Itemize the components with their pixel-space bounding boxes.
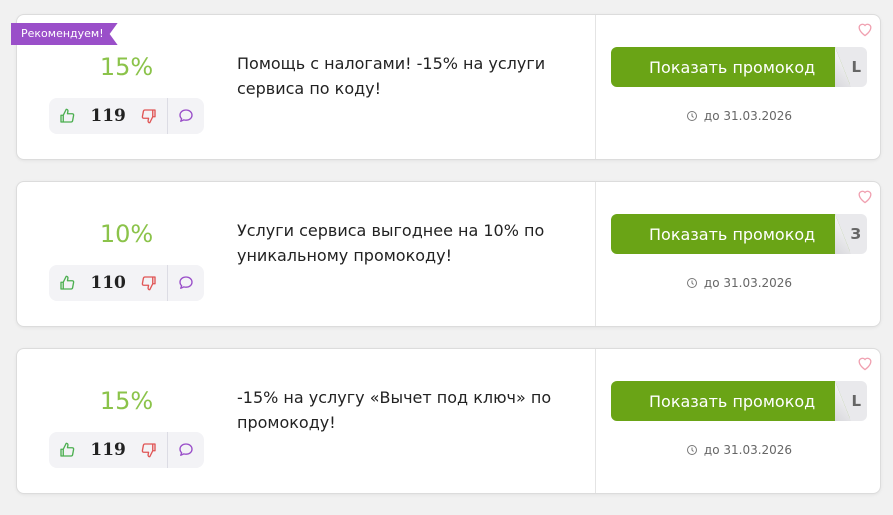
comment-icon[interactable]: [168, 432, 204, 468]
clock-icon: [686, 445, 697, 455]
favorite-heart-icon[interactable]: [856, 21, 874, 37]
offer-description: Помощь с налогами! -15% на услуги сервис…: [237, 54, 546, 98]
offer-card: 10% 110 Услуги сервиса выгоднее на 10% п…: [16, 181, 881, 327]
expiry-date: до 31.03.2026: [703, 276, 793, 290]
offer-description: Услуги сервиса выгоднее на 10% по уникал…: [237, 221, 545, 265]
show-code-button-group[interactable]: З Показать промокод: [611, 214, 867, 254]
expiry-row: до 31.03.2026: [611, 443, 867, 457]
card-divider: [595, 182, 596, 326]
discount-value: 15%: [99, 53, 154, 81]
card-divider: [595, 349, 596, 493]
show-code-button[interactable]: Показать промокод: [611, 214, 851, 254]
offer-card: Рекомендуем! 15% 119 Помощь с налогами! …: [16, 14, 881, 160]
show-code-button[interactable]: Показать промокод: [611, 381, 851, 421]
show-code-button-group[interactable]: L Показать промокод: [611, 381, 867, 421]
offer-description: -15% на услугу «Вычет под ключ» по промо…: [237, 388, 552, 432]
expiry-date: до 31.03.2026: [703, 443, 793, 457]
vote-panel: 119: [49, 98, 204, 134]
offer-card: 15% 119 -15% на услугу «Вычет под ключ» …: [16, 348, 881, 494]
vote-count: 119: [90, 440, 126, 460]
expiry-row: до 31.03.2026: [611, 276, 867, 290]
comment-icon[interactable]: [168, 98, 204, 134]
thumbs-up-icon[interactable]: [49, 98, 85, 134]
clock-icon: [686, 111, 697, 121]
vote-panel: 110: [49, 265, 204, 301]
show-code-button[interactable]: Показать промокод: [611, 47, 851, 87]
expiry-date: до 31.03.2026: [703, 109, 793, 123]
thumbs-down-icon[interactable]: [131, 432, 167, 468]
vote-count: 119: [90, 106, 126, 126]
thumbs-up-icon[interactable]: [49, 265, 85, 301]
discount-value: 15%: [99, 387, 154, 415]
comment-icon[interactable]: [168, 265, 204, 301]
show-code-button-group[interactable]: L Показать промокод: [611, 47, 867, 87]
favorite-heart-icon[interactable]: [856, 355, 874, 371]
thumbs-up-icon[interactable]: [49, 432, 85, 468]
thumbs-down-icon[interactable]: [131, 98, 167, 134]
discount-value: 10%: [99, 220, 154, 248]
recommended-ribbon: Рекомендуем!: [11, 23, 118, 45]
vote-count: 110: [90, 273, 126, 293]
expiry-row: до 31.03.2026: [611, 109, 867, 123]
card-divider: [595, 15, 596, 159]
thumbs-down-icon[interactable]: [131, 265, 167, 301]
clock-icon: [686, 278, 697, 288]
favorite-heart-icon[interactable]: [856, 188, 874, 204]
vote-panel: 119: [49, 432, 204, 468]
